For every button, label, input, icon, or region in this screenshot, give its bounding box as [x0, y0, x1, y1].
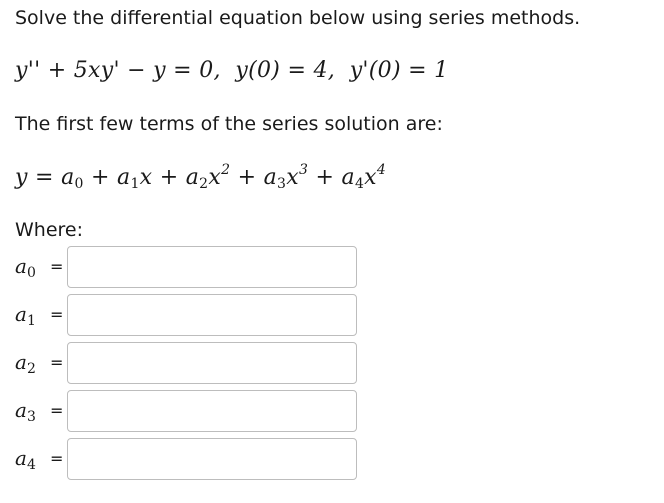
series-solution-formula: y = a0 + a1x + a2x2 + a3x3 + a4x4	[15, 162, 387, 192]
equals-sign: =	[50, 449, 64, 468]
coefficient-row-a0: a0 =	[15, 246, 360, 290]
coefficient-row-a4: a4 =	[15, 438, 360, 482]
series-term-2: a2x2	[185, 162, 231, 192]
equals-sign: =	[50, 353, 64, 372]
equals-sign: =	[50, 305, 64, 324]
series-plus: +	[159, 165, 179, 190]
coefficient-row-a3: a3 =	[15, 390, 360, 434]
series-term-3: a3x3	[263, 162, 309, 192]
coefficient-row-a1: a1 =	[15, 294, 360, 338]
instructions-text: Solve the differential equation below us…	[15, 7, 581, 29]
series-plus: +	[237, 165, 257, 190]
equation-lhs: y'' + 5xy' − y = 0,	[15, 58, 221, 83]
series-intro-text: The first few terms of the series soluti…	[15, 113, 443, 135]
a2-answer-input[interactable]	[67, 342, 357, 384]
a4-answer-input[interactable]	[67, 438, 357, 480]
series-y: y	[15, 165, 28, 190]
coefficient-row-a2: a2 =	[15, 342, 360, 386]
initial-condition-1: y(0) = 4,	[235, 58, 336, 83]
series-term-4: a4x4	[341, 162, 387, 192]
coefficient-label-a3: a3	[15, 398, 36, 425]
a0-answer-input[interactable]	[67, 246, 357, 288]
coefficient-label-a0: a0	[15, 254, 36, 281]
a1-answer-input[interactable]	[67, 294, 357, 336]
coefficient-label-a4: a4	[15, 446, 36, 473]
series-plus: +	[91, 165, 110, 190]
a3-answer-input[interactable]	[67, 390, 357, 432]
differential-equation: y'' + 5xy' − y = 0, y(0) = 4, y'(0) = 1	[15, 58, 448, 83]
coefficient-label-a1: a1	[15, 302, 36, 329]
equals-sign: =	[50, 401, 64, 420]
where-label: Where:	[15, 219, 84, 241]
coefficient-label-a2: a2	[15, 350, 36, 377]
initial-condition-2: y'(0) = 1	[349, 58, 449, 83]
equals-sign: =	[50, 257, 64, 276]
series-plus: +	[315, 165, 335, 190]
series-term-0: a0	[61, 165, 84, 192]
series-equals: =	[35, 165, 54, 190]
series-term-1: a1x	[117, 165, 153, 192]
